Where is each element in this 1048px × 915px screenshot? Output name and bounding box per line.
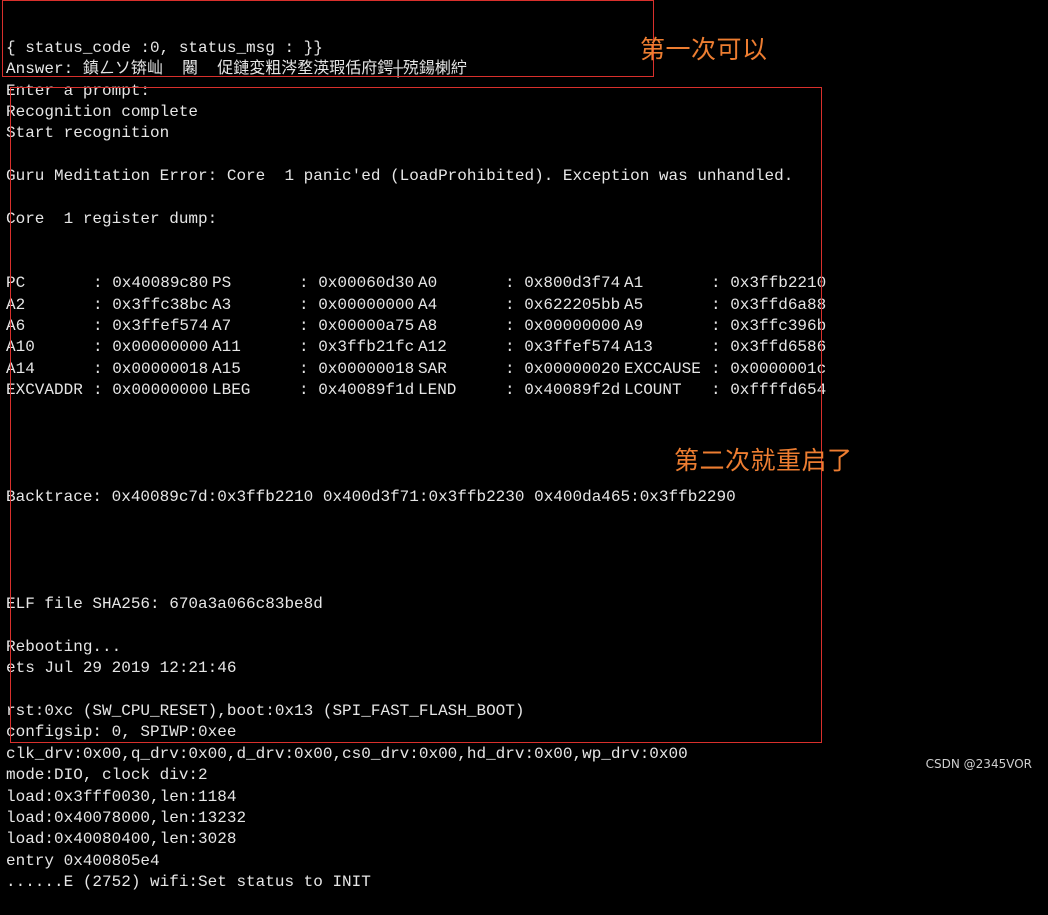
- log-line: load:0x40078000,len:13232: [6, 808, 247, 827]
- log-line: mode:DIO, clock div:2: [6, 766, 208, 785]
- log-line: ......E (2752) wifi:Set status to INIT: [6, 873, 371, 892]
- annotation-second: 第二次就重启了: [674, 446, 853, 475]
- annotation-first: 第一次可以: [640, 35, 768, 64]
- second-attempt-highlight-box: [10, 87, 822, 743]
- log-line: load:0x40080400,len:3028: [6, 830, 237, 849]
- first-attempt-highlight-box: [2, 0, 654, 77]
- watermark: CSDN @2345VOR: [925, 757, 1032, 771]
- log-line: load:0x3fff0030,len:1184: [6, 787, 237, 806]
- log-line: clk_drv:0x00,q_drv:0x00,d_drv:0x00,cs0_d…: [6, 744, 688, 763]
- log-line: entry 0x400805e4: [6, 851, 160, 870]
